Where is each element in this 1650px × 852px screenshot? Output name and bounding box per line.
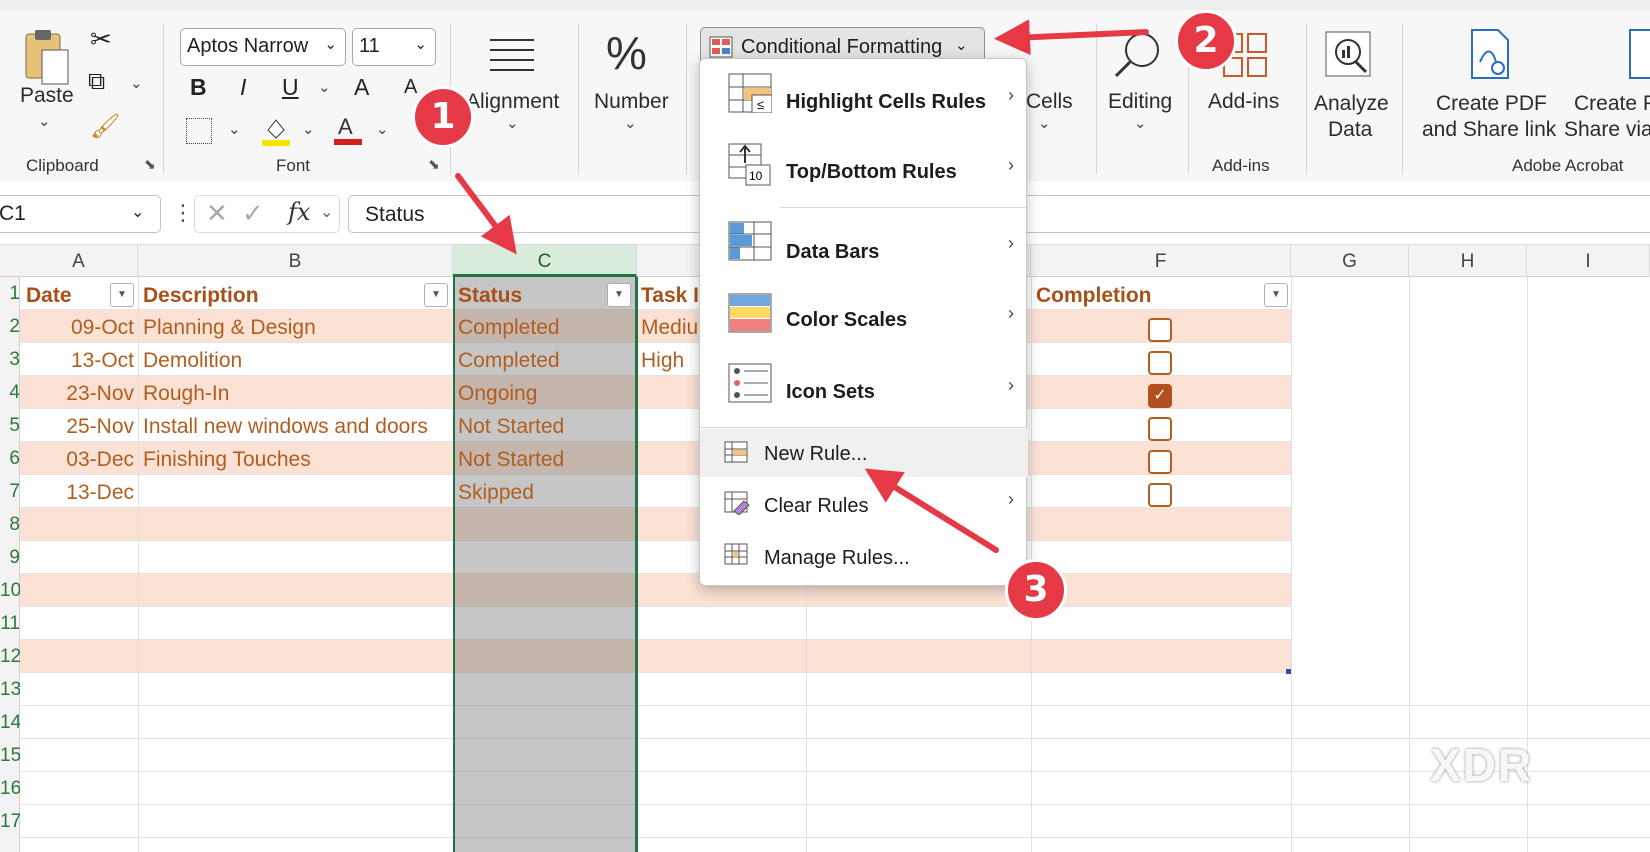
arrow-1 <box>455 173 517 255</box>
arrow-3 <box>864 468 999 553</box>
arrow-2 <box>994 19 1149 56</box>
annotation-badge-2: 2 <box>1175 10 1237 72</box>
annotation-arrows <box>455 19 1149 553</box>
annotation-badge-3: 3 <box>1005 559 1067 621</box>
xdr-watermark: XDR <box>1430 739 1534 791</box>
annotation-badge-1: 1 <box>412 86 474 148</box>
